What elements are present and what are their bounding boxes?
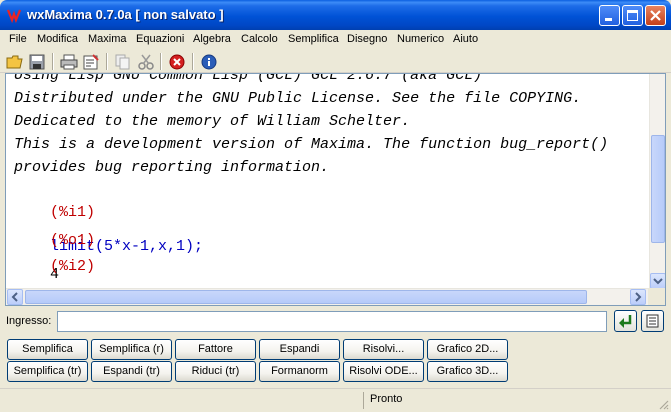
header-line: This is a development version of Maxima.… — [14, 136, 609, 153]
toolbar-separator — [160, 53, 162, 70]
header-line: Dedicated to the memory of William Schel… — [14, 113, 411, 130]
close-icon — [650, 10, 661, 21]
status-divider — [363, 392, 364, 409]
semplifica-r-button[interactable]: Semplifica (r) — [91, 339, 172, 360]
enter-arrow-icon — [619, 315, 632, 328]
help-icon[interactable] — [200, 53, 218, 71]
menu-algebra[interactable]: Algebra — [193, 33, 231, 45]
fattore-button[interactable]: Fattore — [175, 339, 256, 360]
header-line: Using Lisp GNU Common Lisp (GCL) GCL 2.6… — [14, 73, 483, 84]
scroll-down-button[interactable] — [650, 273, 665, 289]
menu-file[interactable]: File — [9, 33, 27, 45]
toolbar — [0, 50, 671, 73]
grafico-3d-button[interactable]: Grafico 3D... — [427, 361, 508, 382]
maximize-button[interactable] — [622, 5, 643, 26]
semplifica-button[interactable]: Semplifica — [7, 339, 88, 360]
status-bar: Pronto — [0, 388, 671, 412]
menu-semplifica[interactable]: Semplifica — [288, 33, 339, 45]
menu-modifica[interactable]: Modifica — [37, 33, 78, 45]
print-icon[interactable] — [60, 53, 78, 71]
risolvi-ode-button[interactable]: Risolvi ODE... — [343, 361, 424, 382]
cut-icon[interactable] — [137, 53, 155, 71]
chevron-right-icon — [635, 292, 642, 302]
command-input[interactable] — [57, 311, 607, 332]
input-label: (%i2) — [50, 258, 96, 275]
copy-icon[interactable] — [114, 53, 132, 71]
menu-aiuto[interactable]: Aiuto — [453, 33, 478, 45]
menu-disegno[interactable]: Disegno — [347, 33, 387, 45]
input-label-ingresso: Ingresso: — [6, 315, 52, 327]
horizontal-scroll-thumb[interactable] — [25, 290, 587, 304]
menu-calcolo[interactable]: Calcolo — [241, 33, 278, 45]
chevron-left-icon — [11, 292, 18, 302]
wxmaxima-app-icon — [6, 9, 22, 23]
scroll-left-button[interactable] — [7, 289, 23, 305]
enter-button[interactable] — [614, 310, 637, 332]
vertical-scrollbar[interactable] — [649, 74, 665, 289]
save-icon[interactable] — [28, 53, 46, 71]
chevron-down-icon — [653, 278, 663, 285]
title-bar: wxMaxima 0.7.0a [ non salvato ] — [0, 0, 671, 30]
espandi-button[interactable]: Espandi — [259, 339, 340, 360]
scroll-right-button[interactable] — [630, 289, 646, 305]
grafico-2d-button[interactable]: Grafico 2D... — [427, 339, 508, 360]
close-window-button[interactable] — [645, 5, 666, 26]
preferences-icon[interactable] — [82, 53, 100, 71]
menu-maxima[interactable]: Maxima — [88, 33, 127, 45]
header-line: provides bug reporting information. — [14, 159, 330, 176]
menu-bar: File Modifica Maxima Equazioni Algebra C… — [0, 30, 671, 50]
toolbar-separator — [106, 53, 108, 70]
scrollbar-corner — [648, 288, 665, 305]
console-output[interactable]: Using Lisp GNU Common Lisp (GCL) GCL 2.6… — [5, 73, 666, 306]
history-button[interactable] — [641, 310, 664, 332]
toolbar-separator — [192, 53, 194, 70]
formanorm-button[interactable]: Formanorm — [259, 361, 340, 382]
vertical-scroll-thumb[interactable] — [651, 135, 665, 243]
list-icon — [646, 314, 659, 328]
menu-equazioni[interactable]: Equazioni — [136, 33, 184, 45]
espandi-tr-button[interactable]: Espandi (tr) — [91, 361, 172, 382]
header-line: Distributed under the GNU Public License… — [14, 90, 582, 107]
menu-numerico[interactable]: Numerico — [397, 33, 444, 45]
risolvi-button[interactable]: Risolvi... — [343, 339, 424, 360]
resize-grip-icon[interactable] — [657, 398, 669, 410]
window-title: wxMaxima 0.7.0a [ non salvato ] — [27, 7, 224, 22]
semplifica-tr-button[interactable]: Semplifica (tr) — [7, 361, 88, 382]
minimize-button[interactable] — [599, 5, 620, 26]
maximize-icon — [627, 10, 638, 21]
open-icon[interactable] — [6, 53, 24, 71]
interrupt-icon[interactable] — [168, 53, 186, 71]
minimize-icon — [605, 18, 612, 21]
riduci-tr-button[interactable]: Riduci (tr) — [175, 361, 256, 382]
status-text: Pronto — [370, 393, 403, 405]
toolbar-separator — [52, 53, 54, 70]
horizontal-scrollbar[interactable] — [6, 288, 649, 305]
